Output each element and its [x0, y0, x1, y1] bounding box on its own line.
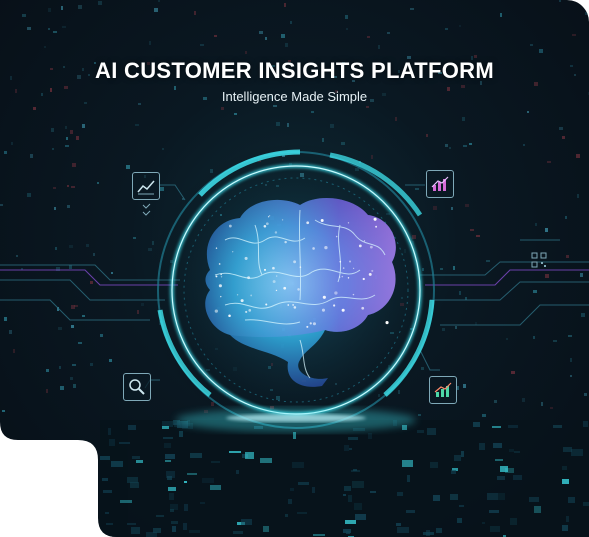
qr-code-icon: [531, 252, 547, 268]
page-title: AI CUSTOMER INSIGHTS PLATFORM: [95, 58, 494, 83]
page-subtitle: Intelligence Made Simple: [221, 89, 368, 104]
growth-chart-icon: [429, 376, 457, 404]
small-checklist-icon: [143, 204, 150, 215]
bar-chart-icon: [426, 170, 454, 198]
hero-banner: AI CUSTOMER INSIGHTS PLATFORM Intelligen…: [0, 0, 589, 537]
magnifier-icon: [123, 373, 151, 401]
circuit-board-floor: [100, 420, 589, 537]
line-chart-icon: [132, 172, 160, 200]
